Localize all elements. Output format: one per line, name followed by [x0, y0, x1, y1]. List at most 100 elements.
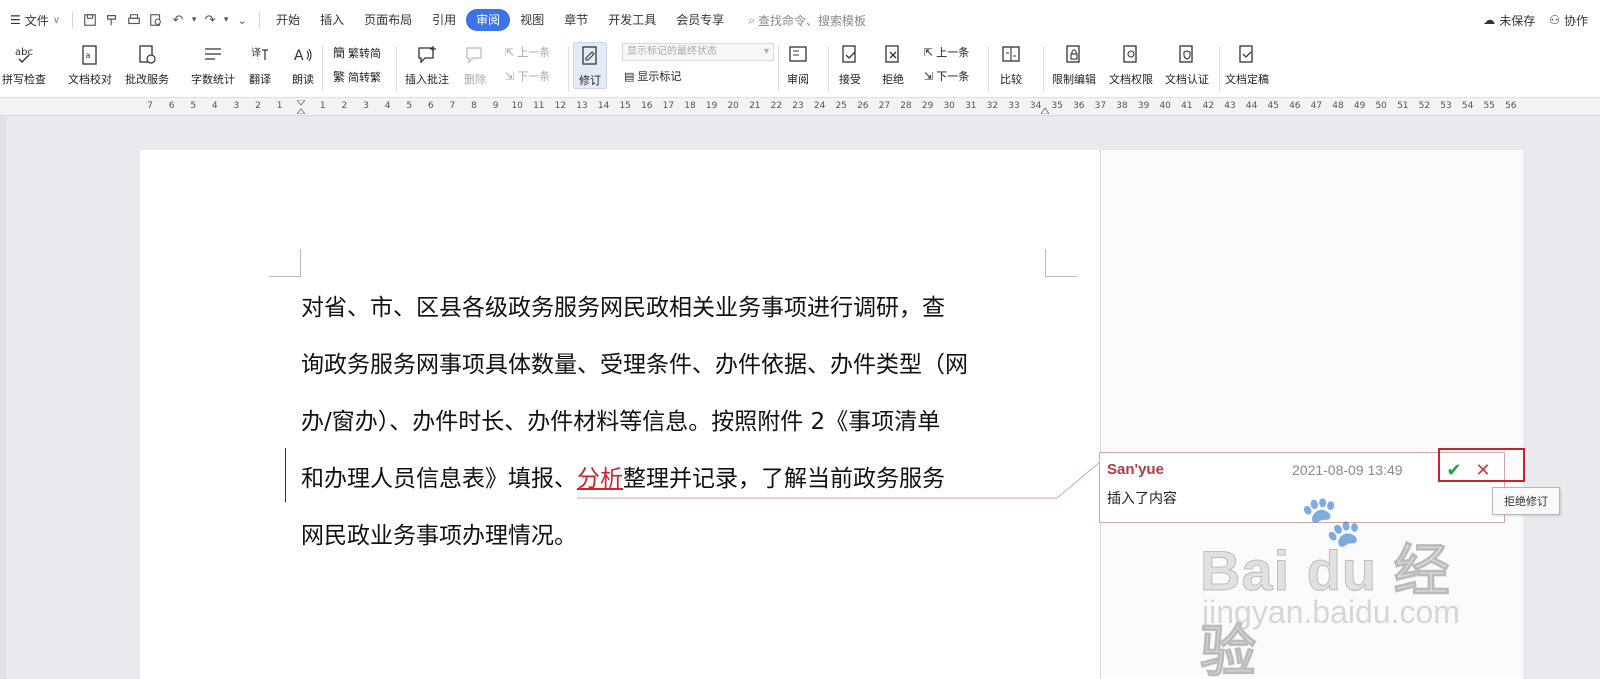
format-painter-icon[interactable]	[101, 9, 123, 31]
trad-to-simp-button[interactable]: 簡 繁转简	[333, 44, 381, 61]
doc-permission-label: 文档权限	[1109, 73, 1153, 86]
hamburger-icon: ☰	[10, 13, 21, 27]
review-pane-label: 审阅	[787, 73, 809, 86]
close-icon: ✕	[1475, 459, 1491, 481]
finalize-icon	[1234, 42, 1260, 68]
ruler-tick-label: 46	[1289, 101, 1301, 111]
translate-icon: 译	[247, 42, 273, 68]
dropdown-arrow-icon[interactable]: ▾	[221, 9, 231, 31]
show-markup-button[interactable]: ▤ 显示标记	[624, 68, 681, 84]
ruler-tick-label: 51	[1397, 101, 1409, 111]
read-aloud-label: 朗读	[292, 73, 314, 86]
restrict-edit-button[interactable]: 限制编辑	[1052, 42, 1096, 87]
save-icon[interactable]	[79, 9, 101, 31]
unsaved-status[interactable]: ☁ 未保存	[1483, 9, 1535, 31]
collaborate-button[interactable]: ⚇ 协作	[1549, 9, 1588, 31]
doc-cert-button[interactable]: 文档认证	[1165, 42, 1209, 87]
ruler-tick-label: 36	[1073, 101, 1085, 111]
spell-check-icon: abc	[11, 42, 37, 68]
horizontal-ruler[interactable]: 7 6 5 4 3 2 1 1 2 3 4 5 6 7 8 9 10 11 12 13 14 15 16 17 18 19 20 21…	[0, 98, 1600, 116]
accept-change-button[interactable]: 接受	[837, 42, 863, 87]
divider	[1043, 46, 1044, 92]
divider	[828, 46, 829, 92]
tab-insert[interactable]: 插入	[310, 9, 354, 31]
search-icon: ⌕	[748, 12, 755, 27]
tab-page-layout[interactable]: 页面布局	[354, 9, 422, 31]
tab-review[interactable]: 审阅	[466, 9, 511, 31]
review-pane-button[interactable]: 审阅	[785, 42, 811, 87]
spell-check-button[interactable]: abc 拼写检查	[2, 42, 46, 87]
delete-comment-button[interactable]: 删除	[462, 42, 488, 87]
ruler-tick-label: 3	[233, 101, 240, 111]
ruler-tick-label: 10	[511, 101, 523, 111]
dropdown-arrow-icon[interactable]: ▾	[189, 9, 199, 31]
file-menu[interactable]: ☰ 文件 ∨	[4, 9, 66, 31]
lock-doc-icon	[1061, 42, 1087, 68]
print-preview-icon[interactable]	[145, 9, 167, 31]
indent-marker-icon[interactable]	[296, 99, 306, 115]
reject-revision-button[interactable]: ✕	[1472, 459, 1494, 481]
track-changes-button[interactable]: 修订	[573, 42, 607, 89]
ruler-tick-label: 38	[1116, 101, 1128, 111]
ruler-tick-label: 1	[276, 101, 283, 111]
accept-revision-button[interactable]: ✔	[1443, 460, 1465, 481]
compare-button[interactable]: 比较	[998, 42, 1024, 87]
command-search-placeholder: 查找命令、搜索模板	[757, 13, 866, 28]
compare-icon	[998, 42, 1024, 68]
tab-member[interactable]: 会员专享	[666, 9, 734, 31]
ruler-tick-label: 13	[576, 101, 588, 111]
show-markup-label: 显示标记	[637, 70, 682, 83]
tab-developer[interactable]: 开发工具	[598, 9, 666, 31]
redo-icon[interactable]: ↷	[199, 9, 221, 31]
markup-state-select[interactable]: 显示标记的最终状态	[622, 43, 774, 61]
doc-cert-label: 文档认证	[1165, 73, 1209, 86]
tab-view[interactable]: 视图	[510, 9, 554, 31]
accept-label: 接受	[839, 73, 861, 86]
inserted-text[interactable]: 分析	[577, 466, 623, 492]
reject-doc-icon	[880, 42, 906, 68]
ruler-tick-label: 54	[1461, 101, 1474, 111]
right-indent-marker-icon[interactable]	[1040, 100, 1050, 115]
ruler-tick-label: 9	[492, 101, 499, 111]
translate-button[interactable]: 译 翻译	[247, 42, 273, 87]
change-bar	[285, 448, 286, 502]
ruler-tick-label: 32	[986, 101, 999, 111]
word-count-button[interactable]: 字数统计	[191, 42, 235, 87]
comment-add-icon	[414, 42, 440, 68]
divider	[259, 12, 261, 28]
next-comment-button[interactable]: ⇲ 下一条	[505, 68, 550, 84]
accept-doc-icon	[837, 42, 863, 68]
ruler-tick-label: 42	[1202, 101, 1215, 111]
ruler-tick-label: 6	[427, 101, 434, 111]
prev-change-button[interactable]: ⇱ 上一条	[924, 44, 969, 60]
undo-icon[interactable]: ↶	[167, 9, 189, 31]
ruler-tick-label: 4	[384, 101, 391, 111]
doc-finalize-button[interactable]: 文档定稿	[1225, 42, 1269, 87]
grading-service-button[interactable]: 批改服务	[125, 42, 169, 87]
prev-comment-button[interactable]: ⇱ 上一条	[505, 44, 550, 60]
ruler-tick-label: 52	[1418, 101, 1431, 111]
tab-references[interactable]: 引用	[422, 9, 466, 31]
doc-permission-button[interactable]: 文档权限	[1109, 42, 1153, 87]
restrict-edit-label: 限制编辑	[1052, 73, 1096, 86]
read-aloud-button[interactable]: A 朗读	[290, 42, 316, 87]
certificate-icon	[1174, 42, 1200, 68]
command-search[interactable]: ⌕ 查找命令、搜索模板	[742, 9, 872, 31]
revision-author: San'yue	[1107, 461, 1164, 478]
margin-corner-marker	[1045, 249, 1077, 277]
print-icon[interactable]	[123, 9, 145, 31]
margin-corner-marker	[269, 249, 301, 277]
customize-toolbar-icon[interactable]: ⌄	[231, 9, 253, 31]
simp-to-trad-button[interactable]: 繁 简转繁	[333, 68, 381, 85]
ruler-tick-label: 5	[190, 101, 197, 111]
tab-home[interactable]: 开始	[266, 9, 310, 31]
reject-change-button[interactable]: 拒绝	[880, 42, 906, 87]
ruler-tick-label: 55	[1483, 101, 1495, 111]
svg-text:译: 译	[251, 47, 261, 59]
tab-section[interactable]: 章节	[554, 9, 598, 31]
doc-proof-button[interactable]: a 文档校对	[68, 42, 112, 87]
document-body[interactable]: 对省、市、区县各级政务服务网民政相关业务事项进行调研，查 询政务服务网事项具体数…	[301, 283, 1051, 568]
insert-comment-button[interactable]: 插入批注	[405, 42, 449, 87]
review-ribbon: abc 拼写检查 a 文档校对 批改服务 字数统计 译 翻译 A 朗读 簡 繁转…	[0, 40, 1600, 98]
next-change-button[interactable]: ⇲ 下一条	[924, 68, 969, 84]
